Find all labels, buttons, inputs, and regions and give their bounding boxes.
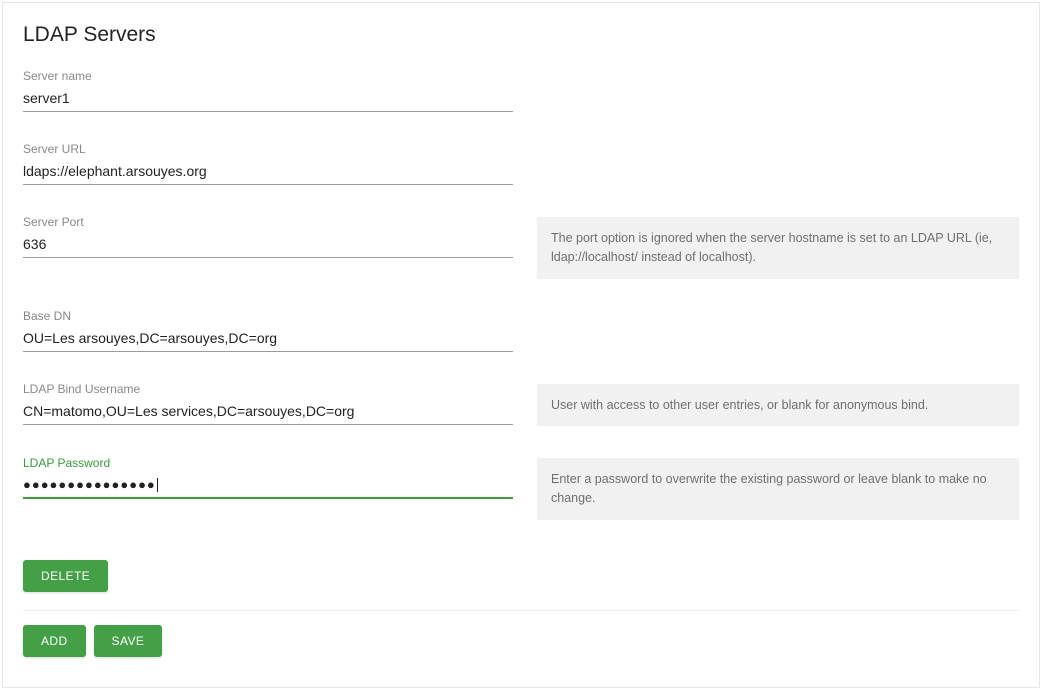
page-title: LDAP Servers [23,23,1019,47]
password-input[interactable]: ●●●●●●●●●●●●●●● [23,474,513,499]
server-url-label: Server URL [23,142,513,156]
server-port-label: Server Port [23,215,513,229]
row-base-dn: Base DN [23,309,1019,352]
add-button[interactable]: ADD [23,625,86,657]
server-name-input[interactable] [23,87,513,112]
server-name-label: Server name [23,69,513,83]
text-caret [157,478,158,492]
base-dn-label: Base DN [23,309,513,323]
password-value: ●●●●●●●●●●●●●●● [23,477,156,492]
bind-username-label: LDAP Bind Username [23,382,513,396]
row-server-port: Server Port The port option is ignored w… [23,215,1019,279]
base-dn-input[interactable] [23,327,513,352]
delete-button[interactable]: DELETE [23,560,108,592]
row-server-url: Server URL [23,142,1019,185]
password-label: LDAP Password [23,456,513,470]
password-help: Enter a password to overwrite the existi… [537,458,1019,520]
server-port-help: The port option is ignored when the serv… [537,217,1019,279]
save-button[interactable]: SAVE [94,625,163,657]
form-actions: ADD SAVE [23,625,1019,657]
bind-username-input[interactable] [23,400,513,425]
row-server-name: Server name [23,69,1019,112]
bind-username-help: User with access to other user entries, … [537,384,1019,427]
ldap-servers-card: LDAP Servers Server name Server URL Serv… [2,2,1040,688]
row-password: LDAP Password ●●●●●●●●●●●●●●● Enter a pa… [23,456,1019,520]
server-actions: DELETE [23,560,1019,592]
divider [23,610,1019,611]
server-url-input[interactable] [23,160,513,185]
server-port-input[interactable] [23,233,513,258]
row-bind-username: LDAP Bind Username User with access to o… [23,382,1019,427]
